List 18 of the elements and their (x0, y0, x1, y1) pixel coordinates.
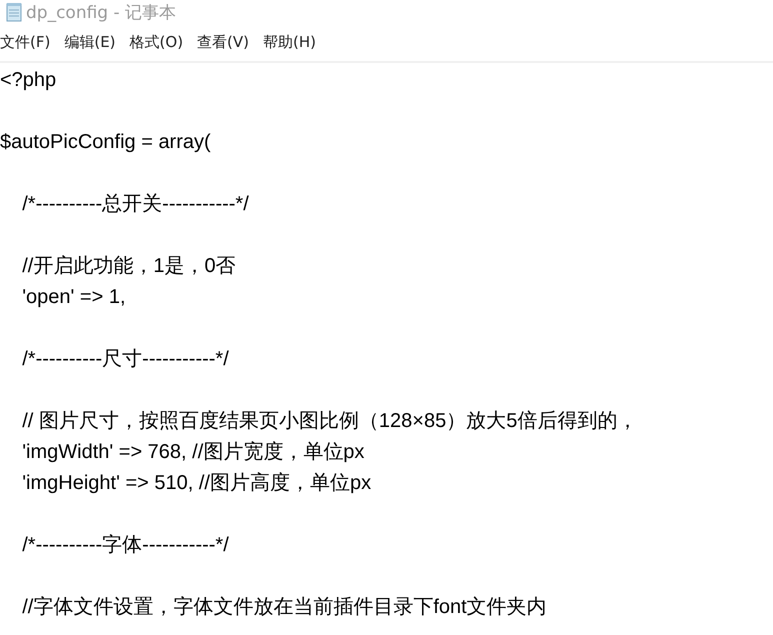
code-line: // 图片尺寸，按照百度结果页小图比例（128×85）放大5倍后得到的， (21, 409, 638, 434)
menu-item[interactable]: 帮助(H) (263, 33, 316, 52)
menu-item[interactable]: 格式(O) (130, 33, 184, 52)
menu-item[interactable]: 查看(V) (197, 33, 250, 52)
code-line: $autoPicConfig = array( (0, 130, 212, 155)
code-line: 'open' => 1, (21, 285, 127, 310)
code-line: //字体文件设置，字体文件放在当前插件目录下font文件夹内 (21, 595, 548, 620)
code-line: /*----------总开关-----------*/ (21, 192, 250, 217)
menu-item[interactable]: 编辑(E) (64, 33, 116, 52)
code-line: 'imgWidth' => 768, //图片宽度，单位px (21, 440, 366, 465)
code-line: 'imgHeight' => 510, //图片高度，单位px (21, 471, 372, 496)
code-line: /*----------尺寸-----------*/ (21, 347, 230, 372)
notepad-icon (6, 2, 22, 22)
menu-item[interactable]: 文件(F) (0, 33, 50, 52)
code-line: <?php (0, 68, 58, 93)
code-line: //开启此功能，1是，0否 (21, 254, 237, 279)
code-line: /*----------字体-----------*/ (21, 533, 230, 558)
window-title: dp_config - 记事本 (26, 2, 176, 24)
